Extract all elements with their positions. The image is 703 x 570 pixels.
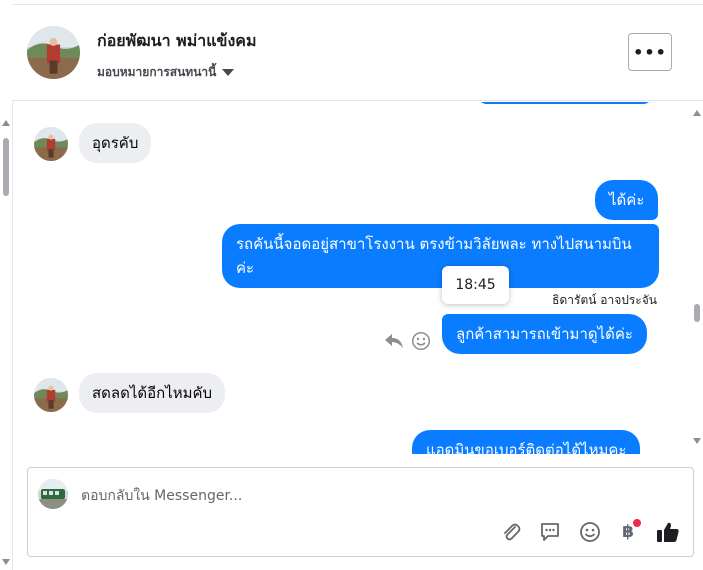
conversation-header: ก่อยพัฒนา พม่าแข้งคม มอบหมายการสนทนานี้ … xyxy=(13,5,703,101)
contact-avatar[interactable] xyxy=(27,26,80,79)
reply-icon[interactable] xyxy=(384,332,404,354)
emoji-icon[interactable] xyxy=(578,520,602,544)
reply-input[interactable] xyxy=(81,486,641,506)
thread-scrollbar[interactable] xyxy=(690,100,703,454)
contact-message-avatar[interactable] xyxy=(34,127,68,161)
like-icon[interactable] xyxy=(656,520,680,544)
message-thread: อุดรคับ ได้ค่ะ รถคันนี้จอดอยู่สาขาโรงงาน… xyxy=(13,102,703,454)
previous-message-bubble xyxy=(477,102,653,104)
outgoing-message-bubble[interactable]: แอดมินขอเบอร์ติดต่อได้ไหมคะ xyxy=(412,430,641,454)
outgoing-message-bubble[interactable]: รถคันนี้จอดอยู่สาขาโรงงาน ตรงข้ามวิลัยพล… xyxy=(222,224,659,288)
outgoing-message-bubble[interactable]: ได้ค่ะ xyxy=(595,180,659,220)
scroll-down-arrow-icon[interactable] xyxy=(693,438,701,444)
baht-symbol: ฿ xyxy=(622,522,634,542)
attachment-icon[interactable] xyxy=(499,520,523,544)
outgoing-message-bubble[interactable]: ลูกค้าสามารถเข้ามาดูได้ค่ะ xyxy=(442,314,647,354)
contact-message-avatar[interactable] xyxy=(34,378,68,412)
scroll-down-arrow-icon[interactable] xyxy=(2,559,10,565)
scrollbar-thumb[interactable] xyxy=(694,304,700,322)
page-scrollbar[interactable] xyxy=(0,100,13,570)
notification-dot xyxy=(633,519,641,527)
timestamp-tooltip: 18:45 xyxy=(442,266,509,304)
scroll-up-arrow-icon[interactable] xyxy=(2,120,10,126)
caret-down-icon xyxy=(222,69,235,76)
assign-conversation-dropdown[interactable]: มอบหมายการสนทนานี้ xyxy=(97,63,235,82)
page-avatar xyxy=(38,479,68,509)
baht-payment-icon[interactable]: ฿ xyxy=(616,519,641,544)
more-options-button[interactable]: ••• xyxy=(628,33,672,71)
contact-name[interactable]: ก่อยพัฒนา พม่าแข้งคม xyxy=(97,29,257,54)
scrollbar-thumb[interactable] xyxy=(3,138,9,196)
more-icon: ••• xyxy=(633,42,667,62)
reply-composer: ฿ xyxy=(27,467,694,557)
assign-conversation-label: มอบหมายการสนทนานี้ xyxy=(97,65,217,79)
incoming-message-bubble[interactable]: สดลดได้อีกไหมคับ xyxy=(79,373,226,413)
saved-reply-icon[interactable] xyxy=(538,520,562,544)
sender-name: ธิดารัตน์ อาจประจัน xyxy=(552,293,657,307)
react-icon[interactable] xyxy=(411,331,431,355)
scroll-up-arrow-icon[interactable] xyxy=(693,110,701,116)
incoming-message-bubble[interactable]: อุดรคับ xyxy=(79,123,152,163)
